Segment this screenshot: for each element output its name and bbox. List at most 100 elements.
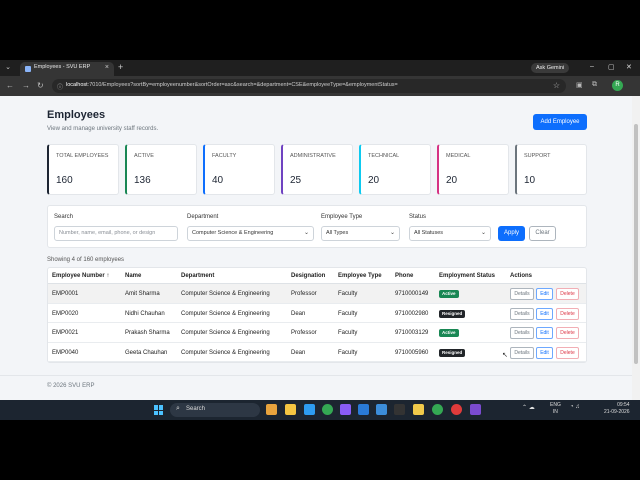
header-phone[interactable]: Phone: [395, 273, 413, 279]
window-close-icon[interactable]: ✕: [626, 63, 632, 71]
status-badge: Active: [439, 290, 459, 298]
tray-icons[interactable]: ⌃ ☁: [522, 404, 535, 411]
edit-button[interactable]: Edit: [536, 327, 553, 339]
edit-button[interactable]: Edit: [536, 307, 553, 320]
terminal-icon[interactable]: [394, 404, 405, 415]
visual-studio-icon[interactable]: [340, 404, 351, 415]
browser-window: ⌄ Employees - SVU ERP × + Ask Gemini – ▢…: [0, 60, 640, 400]
header-designation[interactable]: Designation: [291, 273, 325, 279]
url-path: :7010/Employees?sortBy=employeenumber&so…: [87, 82, 398, 88]
summary-card-technical: TECHNICAL 20: [359, 144, 431, 195]
scrollbar-thumb[interactable]: [634, 124, 638, 364]
chevron-down-icon: ⌄: [389, 230, 395, 236]
table-row: EMP0021 Prakash Sharma Computer Science & …: [48, 323, 586, 343]
back-icon[interactable]: ←: [6, 81, 14, 90]
employee-type-cell: Faculty: [338, 330, 358, 336]
mouse-cursor-icon: ↖: [502, 352, 508, 359]
filter-panel: Search Number, name, email, phone, or de…: [47, 205, 587, 248]
clock[interactable]: 09:54 21-09-2026: [604, 402, 630, 416]
profile-avatar[interactable]: R: [612, 80, 623, 91]
forward-icon[interactable]: →: [22, 81, 30, 90]
employee-number-cell: EMP0001: [52, 291, 79, 297]
phone-cell: 9710003129: [395, 330, 429, 336]
screen: ⌄ Employees - SVU ERP × + Ask Gemini – ▢…: [0, 0, 640, 480]
browser-tab[interactable]: Employees - SVU ERP ×: [20, 62, 114, 76]
ask-gemini-button[interactable]: Ask Gemini: [531, 63, 570, 73]
name-cell: Amit Sharma: [125, 291, 160, 297]
reload-icon[interactable]: ↻: [37, 81, 44, 90]
header-actions: Actions: [510, 273, 533, 279]
header-employee-number[interactable]: Employee Number ↑: [52, 273, 109, 279]
page-title: Employees: [47, 109, 106, 121]
header-employee-type[interactable]: Employee Type: [338, 273, 382, 279]
search-input[interactable]: Number, name, email, phone, or design: [54, 226, 178, 241]
details-button[interactable]: Details: [510, 288, 534, 300]
taskbar-search-label: Search: [186, 406, 206, 412]
tab-close-icon[interactable]: ×: [105, 64, 109, 71]
chrome-icon[interactable]: [322, 404, 333, 415]
chevron-down-icon: ⌄: [303, 230, 309, 236]
status-badge: Resigned: [439, 348, 466, 357]
chevron-down-icon: ⌄: [480, 230, 486, 236]
taskbar-search[interactable]: ⌕ Search: [170, 403, 260, 417]
extension-icon[interactable]: ▣: [576, 81, 583, 89]
widgets-icon[interactable]: [266, 404, 277, 415]
department-cell: Computer Science & Engineering: [181, 330, 270, 336]
address-bar[interactable]: ⓘ localhost:7010/Employees?sortBy=employ…: [52, 79, 566, 93]
new-tab-icon[interactable]: +: [118, 62, 123, 72]
folder-icon[interactable]: [413, 404, 424, 415]
results-count: Showing 4 of 160 employees: [47, 257, 125, 263]
employee-type-select[interactable]: All Types ⌄: [321, 226, 400, 241]
details-button[interactable]: Details: [510, 307, 534, 320]
edit-button[interactable]: Edit: [536, 288, 553, 300]
department-select[interactable]: Computer Science & Engineering ⌄: [187, 226, 314, 241]
file-explorer-icon[interactable]: [285, 404, 296, 415]
edge-icon[interactable]: [304, 404, 315, 415]
phone-cell: 9710000149: [395, 291, 429, 297]
delete-button[interactable]: Delete: [556, 327, 579, 339]
add-employee-button[interactable]: Add Employee: [533, 114, 587, 130]
vscode-icon[interactable]: [358, 404, 369, 415]
page-scrollbar[interactable]: [632, 96, 640, 400]
network-volume-icons[interactable]: ◔ ♫: [570, 404, 580, 410]
card-label: ADMINISTRATIVE: [290, 153, 336, 159]
department-cell: Computer Science & Engineering: [181, 349, 270, 356]
apply-button[interactable]: Apply: [498, 226, 525, 241]
site-info-icon[interactable]: ⓘ: [57, 82, 63, 91]
name-cell: Nidhi Chauhan: [125, 310, 165, 317]
clear-button[interactable]: Clear: [529, 226, 556, 241]
employee-type-cell: Faculty: [338, 291, 358, 297]
url-text[interactable]: localhost:7010/Employees?sortBy=employee…: [66, 82, 398, 88]
extensions-puzzle-icon[interactable]: ⧉: [592, 81, 597, 89]
header-employment-status[interactable]: Employment Status: [439, 273, 495, 279]
delete-button[interactable]: Delete: [556, 288, 579, 300]
header-department[interactable]: Department: [181, 273, 214, 279]
phone-cell: 9710002980: [395, 310, 429, 317]
details-button[interactable]: Details: [510, 327, 534, 339]
status-select[interactable]: All Statuses ⌄: [409, 226, 491, 241]
header-name[interactable]: Name: [125, 273, 141, 279]
summary-card-faculty: FACULTY 40: [203, 144, 275, 195]
tab-strip: ⌄ Employees - SVU ERP × + Ask Gemini – ▢…: [0, 60, 640, 76]
delete-button[interactable]: Delete: [556, 346, 579, 359]
card-label: ACTIVE: [134, 153, 154, 159]
edit-button[interactable]: Edit: [536, 346, 553, 359]
tab-search-icon[interactable]: ⌄: [3, 63, 13, 73]
table-header: Employee Number ↑ Name Department Design…: [48, 268, 586, 284]
name-cell: Geeta Chauhan: [125, 349, 168, 356]
app-purple-icon[interactable]: [470, 404, 481, 415]
name-cell: Prakash Sharma: [125, 330, 170, 336]
minimize-icon[interactable]: –: [590, 63, 594, 70]
table-row: EMP0020 Nidhi Chauhan Computer Science & E…: [48, 304, 586, 323]
chrome-profile-icon[interactable]: [432, 404, 443, 415]
maximize-icon[interactable]: ▢: [608, 63, 615, 71]
delete-button[interactable]: Delete: [556, 307, 579, 320]
windows-start-icon[interactable]: [154, 405, 164, 415]
page-content: Employees View and manage university sta…: [0, 96, 632, 400]
app-red-icon[interactable]: [451, 404, 462, 415]
url-host: localhost: [66, 82, 88, 88]
app-icon[interactable]: [376, 404, 387, 415]
bookmark-star-icon[interactable]: ☆: [553, 81, 560, 90]
details-button[interactable]: Details: [510, 346, 534, 359]
language-indicator[interactable]: ENG IN: [550, 402, 561, 416]
